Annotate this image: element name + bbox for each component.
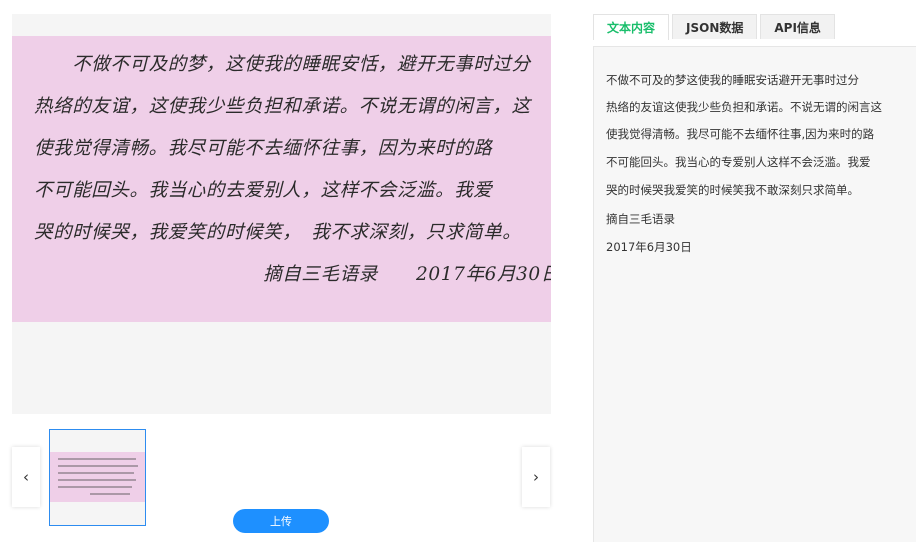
thumbnail-text-line [58, 479, 136, 481]
recognized-text-line: 哭的时候哭我爱笑的时候笑我不敢深刻只求简单。 [606, 183, 859, 197]
chevron-right-icon: › [533, 468, 539, 486]
handwritten-note-image: 不做不可及的梦，这使我的睡眠安恬，避开无事时过分 热络的友谊，这使我少些负担和承… [12, 36, 551, 322]
handwritten-line: 哭的时候哭，我爱笑的时候笑， 我不求深刻，只求简单。 [34, 222, 522, 243]
recognized-text-line: 使我觉得清畅。我尽可能不去缅怀往事,因为来时的路 [606, 127, 875, 141]
thumbnail-next-button[interactable]: › [522, 447, 550, 507]
handwritten-line: 不做不可及的梦，这使我的睡眠安恬，避开无事时过分 [34, 54, 531, 75]
recognized-text-box: 不做不可及的梦这使我的睡眠安话避开无事时过分 热络的友谊这使我少些负担和承诺。不… [593, 46, 916, 542]
image-viewer: 不做不可及的梦，这使我的睡眠安恬，避开无事时过分 热络的友谊，这使我少些负担和承… [12, 14, 551, 414]
thumbnail-preview-image [50, 452, 145, 502]
tab-api-info[interactable]: API信息 [760, 14, 835, 39]
chevron-left-icon: ‹ [23, 468, 29, 486]
upload-button[interactable]: 上传 [233, 509, 329, 533]
thumbnail-text-line [58, 465, 138, 467]
handwritten-line: 使我觉得清畅。我尽可能不去缅怀往事，因为来时的路 [34, 138, 493, 159]
recognized-text-line: 不做不可及的梦这使我的睡眠安话避开无事时过分 [606, 73, 859, 87]
thumbnail-text-line [90, 493, 130, 495]
image-panel: 不做不可及的梦，这使我的睡眠安恬，避开无事时过分 热络的友谊，这使我少些负担和承… [0, 0, 565, 542]
ocr-demo-window: 不做不可及的梦，这使我的睡眠安恬，避开无事时过分 热络的友谊，这使我少些负担和承… [0, 0, 916, 542]
thumbnail-prev-button[interactable]: ‹ [12, 447, 40, 507]
tab-text-content[interactable]: 文本内容 [593, 14, 670, 40]
recognized-text-line: 2017年6月30日 [606, 240, 692, 254]
recognized-text-line: 不可能回头。我当心的专爱别人这样不会泛滥。我爱 [606, 155, 871, 169]
thumbnail-text-line [58, 458, 136, 460]
handwritten-line: 热络的友谊，这使我少些负担和承诺。不说无谓的闲言，这 [34, 96, 531, 117]
handwritten-line: 摘自三毛语录 2017年6月30日 [34, 264, 551, 285]
recognized-text-line: 热络的友谊这使我少些负担和承诺。不说无谓的闲言这 [606, 100, 882, 114]
result-tabs: 文本内容 JSON数据 API信息 [593, 14, 838, 40]
thumbnail-selected[interactable] [49, 429, 146, 526]
thumbnail-text-line [58, 472, 134, 474]
thumbnail-text-line [58, 486, 132, 488]
recognized-text-line: 摘自三毛语录 [606, 212, 675, 226]
result-panel: 文本内容 JSON数据 API信息 不做不可及的梦这使我的睡眠安话避开无事时过分… [593, 0, 916, 542]
tab-json-data[interactable]: JSON数据 [672, 14, 758, 39]
handwritten-line: 不可能回头。我当心的去爱别人，这样不会泛滥。我爱 [34, 180, 493, 201]
